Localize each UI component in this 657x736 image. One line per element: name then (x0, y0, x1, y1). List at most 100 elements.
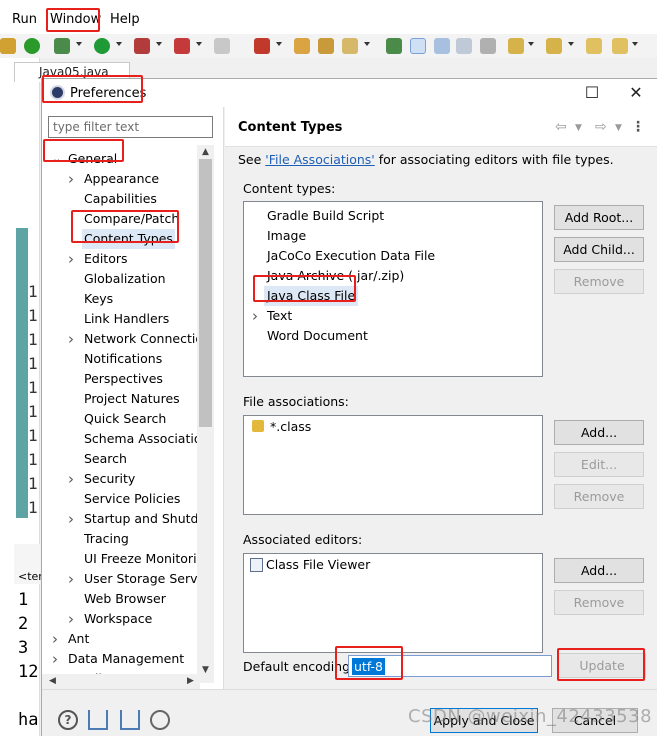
encoding-value: utf-8 (352, 658, 386, 675)
highlight-icon[interactable] (410, 38, 426, 54)
help-icon[interactable]: ? (58, 710, 78, 730)
chevron-right-icon[interactable]: › (68, 169, 78, 189)
chevron-down-icon[interactable] (568, 42, 574, 46)
chevron-down-icon[interactable] (528, 42, 534, 46)
toolbar-icon-1[interactable] (0, 38, 16, 54)
remove-content-type-button[interactable]: Remove (554, 269, 644, 294)
chevron-right-icon[interactable]: › (68, 569, 78, 589)
scroll-left-icon[interactable]: ◀ (44, 674, 61, 688)
add-association-button[interactable]: Add... (554, 420, 644, 445)
record-icon[interactable] (150, 710, 170, 730)
pilcrow-icon[interactable] (480, 38, 496, 54)
title-bar: Preferences ☐ ✕ (42, 79, 657, 107)
chevron-right-icon[interactable]: › (68, 469, 78, 489)
wand-icon[interactable] (342, 38, 358, 54)
tree-scrollbar[interactable]: ▲ ▼ (197, 145, 214, 683)
chevron-right-icon[interactable]: › (68, 609, 78, 629)
menu-run[interactable]: Run (12, 12, 37, 27)
scroll-thumb[interactable] (199, 159, 212, 427)
chevron-right-icon[interactable]: › (52, 649, 62, 669)
maximize-button[interactable]: ☐ (570, 79, 614, 107)
back-arrow-icon[interactable]: ⇦ (555, 119, 567, 135)
chevron-down-icon[interactable] (276, 42, 282, 46)
console-tab-label: <ter (18, 570, 43, 583)
editor-item[interactable]: Class File Viewer (266, 555, 370, 575)
file-association-item[interactable]: *.class (270, 417, 311, 437)
file-associations-link[interactable]: 'File Associations' (265, 152, 374, 167)
add-child-button[interactable]: Add Child... (554, 237, 644, 262)
line-number: 1 (28, 378, 38, 397)
external-tools-icon[interactable] (174, 38, 190, 54)
chevron-down-icon[interactable] (196, 42, 202, 46)
edit-association-button[interactable]: Edit... (554, 452, 644, 477)
content-type-item[interactable]: Java Archive (.jar/.zip) (248, 266, 538, 286)
line-number: 1 (28, 426, 38, 445)
chevron-right-icon[interactable]: › (252, 306, 258, 326)
chevron-down-icon[interactable] (116, 42, 122, 46)
back-icon[interactable] (586, 38, 602, 54)
content-type-item[interactable]: Image (248, 226, 538, 246)
open-type-icon[interactable] (294, 38, 310, 54)
tree-item-label: Startup and Shutdo (84, 511, 200, 526)
scroll-up-icon[interactable]: ▲ (197, 145, 214, 159)
chevron-down-icon[interactable]: ▼ (575, 123, 582, 133)
add-root-button[interactable]: Add Root... (554, 205, 644, 230)
folder-icon[interactable] (318, 38, 334, 54)
toggle-icon[interactable] (434, 38, 450, 54)
forward-icon[interactable] (612, 38, 628, 54)
tree-item-label: Editors (84, 251, 128, 266)
editor-tab-label: Java05.java (39, 65, 109, 79)
file-associations-list[interactable]: *.class (243, 415, 543, 515)
chevron-down-icon[interactable] (364, 42, 370, 46)
content-type-item[interactable]: JaCoCo Execution Data File (248, 246, 538, 266)
forward-arrow-icon[interactable]: ⇨ (595, 119, 607, 135)
annotation-prev-icon[interactable] (546, 38, 562, 54)
content-type-item[interactable]: Gradle Build Script (248, 206, 538, 226)
chevron-right-icon[interactable]: › (68, 249, 78, 269)
update-button[interactable]: Update (558, 653, 646, 678)
view-menu-icon[interactable]: ⋮ (631, 119, 645, 135)
search-icon[interactable] (386, 38, 402, 54)
chevron-down-icon[interactable] (156, 42, 162, 46)
remove-association-button[interactable]: Remove (554, 484, 644, 509)
default-encoding-field[interactable]: utf-8 (348, 655, 552, 677)
content-type-item[interactable]: › Text (248, 306, 538, 326)
remove-editor-button[interactable]: Remove (554, 590, 644, 615)
tree-item-label: Project Natures (84, 391, 180, 406)
content-type-label: Java Archive (.jar/.zip) (267, 268, 405, 283)
menu-window[interactable]: Window (50, 12, 101, 27)
default-encoding-label: Default encoding: (243, 659, 355, 674)
content-type-item[interactable]: Java Class File (248, 286, 538, 306)
content-types-list[interactable]: Gradle Build Script Image JaCoCo Execution… (243, 201, 543, 377)
content-type-item[interactable]: Word Document (248, 326, 538, 346)
coverage-icon[interactable] (134, 38, 150, 54)
chevron-down-icon[interactable]: ⌄ (52, 149, 62, 169)
scroll-right-icon[interactable]: ▶ (182, 674, 199, 688)
close-button[interactable]: ✕ (614, 79, 657, 107)
chevron-down-icon[interactable] (76, 42, 82, 46)
menu-help[interactable]: Help (110, 12, 140, 27)
chevron-down-icon[interactable]: ▼ (615, 123, 622, 133)
annotation-next-icon[interactable] (508, 38, 524, 54)
add-editor-button[interactable]: Add... (554, 558, 644, 583)
bug-icon[interactable] (54, 38, 70, 54)
tree-item-label: Web Browser (84, 591, 166, 606)
import-icon[interactable] (88, 710, 108, 730)
console-line: 2 (18, 614, 29, 634)
debug-icon[interactable] (24, 38, 40, 54)
launch-icon[interactable] (254, 38, 270, 54)
content-type-label: Word Document (267, 328, 368, 343)
associated-editors-list[interactable]: Class File Viewer (243, 553, 543, 653)
chevron-down-icon[interactable] (632, 42, 638, 46)
run-icon[interactable] (94, 38, 110, 54)
block-icon[interactable] (456, 38, 472, 54)
chevron-right-icon[interactable]: › (68, 329, 78, 349)
filter-input[interactable] (48, 116, 213, 138)
tree-item-label: General (68, 151, 118, 166)
export-icon[interactable] (120, 710, 140, 730)
tree-hscrollbar[interactable]: ◀ ▶ (42, 674, 200, 689)
stop-icon[interactable] (214, 38, 230, 54)
chevron-right-icon[interactable]: › (68, 509, 78, 529)
chevron-right-icon[interactable]: › (52, 629, 62, 649)
